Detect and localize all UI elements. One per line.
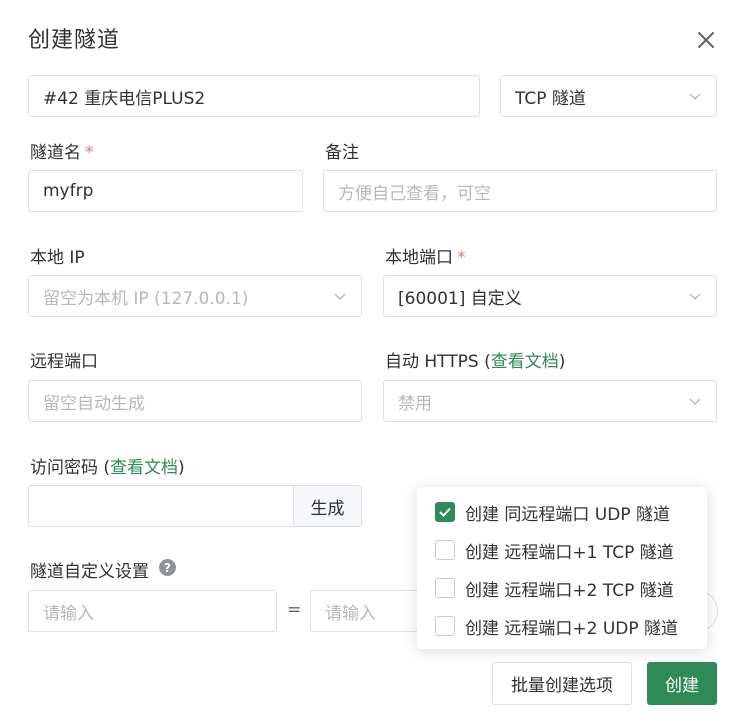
check-icon — [439, 507, 451, 517]
chevron-down-icon — [689, 93, 701, 101]
tunnel-type-value: TCP 隧道 — [515, 88, 586, 109]
node-select[interactable]: #42 重庆电信PLUS2 — [28, 75, 480, 117]
remote-port-label: 远程端口 — [30, 352, 98, 372]
batch-option-item[interactable]: 创建 远程端口+2 UDP 隧道 — [435, 614, 679, 639]
auto-https-docs-link[interactable]: 查看文档 — [491, 352, 559, 372]
tunnel-type-select[interactable]: TCP 隧道 — [500, 75, 717, 117]
required-mark: * — [85, 143, 94, 163]
batch-option-item[interactable]: 创建 远程端口+2 TCP 隧道 — [435, 576, 674, 601]
checkbox[interactable] — [435, 616, 455, 636]
batch-option-item[interactable]: 创建 远程端口+1 TCP 隧道 — [435, 538, 674, 563]
auto-https-select[interactable]: 禁用 — [383, 380, 717, 422]
custom-value-placeholder: 请输入 — [325, 603, 376, 624]
node-select-value: #42 重庆电信PLUS2 — [43, 88, 206, 109]
tunnel-name-value: myfrp — [43, 181, 94, 201]
chevron-down-icon — [689, 293, 701, 301]
access-password-label: 访问密码 (查看文档) — [30, 458, 185, 478]
equals-sign: = — [287, 600, 302, 620]
auto-https-label: 自动 HTTPS (查看文档) — [385, 352, 566, 372]
batch-option-label: 创建 同远程端口 UDP 隧道 — [465, 504, 670, 525]
custom-key-input[interactable]: 请输入 — [28, 590, 277, 632]
tunnel-name-input[interactable]: myfrp — [28, 170, 303, 212]
local-port-label: 本地端口 * — [385, 248, 466, 268]
batch-create-options-button[interactable]: 批量创建选项 — [492, 662, 632, 705]
batch-options-popover: 创建 同远程端口 UDP 隧道 创建 远程端口+1 TCP 隧道 创建 远程端口… — [417, 487, 707, 649]
custom-key-placeholder: 请输入 — [43, 603, 94, 624]
batch-option-label: 创建 远程端口+1 TCP 隧道 — [465, 542, 674, 563]
required-mark: * — [457, 248, 466, 268]
remote-port-input[interactable]: 留空自动生成 — [28, 380, 362, 422]
dialog-title: 创建隧道 — [28, 28, 121, 53]
custom-value-input[interactable]: 请输入 — [310, 590, 430, 632]
checkbox-checked[interactable] — [435, 502, 455, 522]
checkbox[interactable] — [435, 578, 455, 598]
batch-option-label: 创建 远程端口+2 UDP 隧道 — [465, 618, 679, 639]
local-ip-label: 本地 IP — [30, 248, 85, 268]
remark-label: 备注 — [325, 143, 359, 163]
access-password-input[interactable] — [28, 485, 294, 527]
access-password-docs-link[interactable]: 查看文档 — [110, 458, 178, 478]
close-icon[interactable] — [692, 26, 720, 54]
remote-port-placeholder: 留空自动生成 — [43, 393, 145, 414]
batch-option-label: 创建 远程端口+2 TCP 隧道 — [465, 580, 674, 601]
local-port-select[interactable]: [60001] 自定义 — [383, 275, 717, 317]
local-port-value: [60001] 自定义 — [398, 288, 522, 309]
local-ip-placeholder: 留空为本机 IP (127.0.0.1) — [43, 288, 249, 309]
create-button[interactable]: 创建 — [647, 662, 717, 705]
chevron-down-icon — [689, 398, 701, 406]
chevron-down-icon — [334, 293, 346, 301]
local-ip-select[interactable]: 留空为本机 IP (127.0.0.1) — [28, 275, 362, 317]
auto-https-value: 禁用 — [398, 393, 432, 414]
generate-password-button[interactable]: 生成 — [293, 485, 362, 527]
remark-input[interactable]: 方便自己查看，可空 — [323, 170, 717, 212]
help-icon[interactable]: ? — [159, 559, 176, 576]
tunnel-name-label: 隧道名 * — [30, 143, 94, 163]
remark-placeholder: 方便自己查看，可空 — [338, 183, 491, 204]
checkbox[interactable] — [435, 540, 455, 560]
custom-settings-label: 隧道自定义设置 — [30, 562, 149, 582]
batch-option-item[interactable]: 创建 同远程端口 UDP 隧道 — [435, 500, 670, 525]
